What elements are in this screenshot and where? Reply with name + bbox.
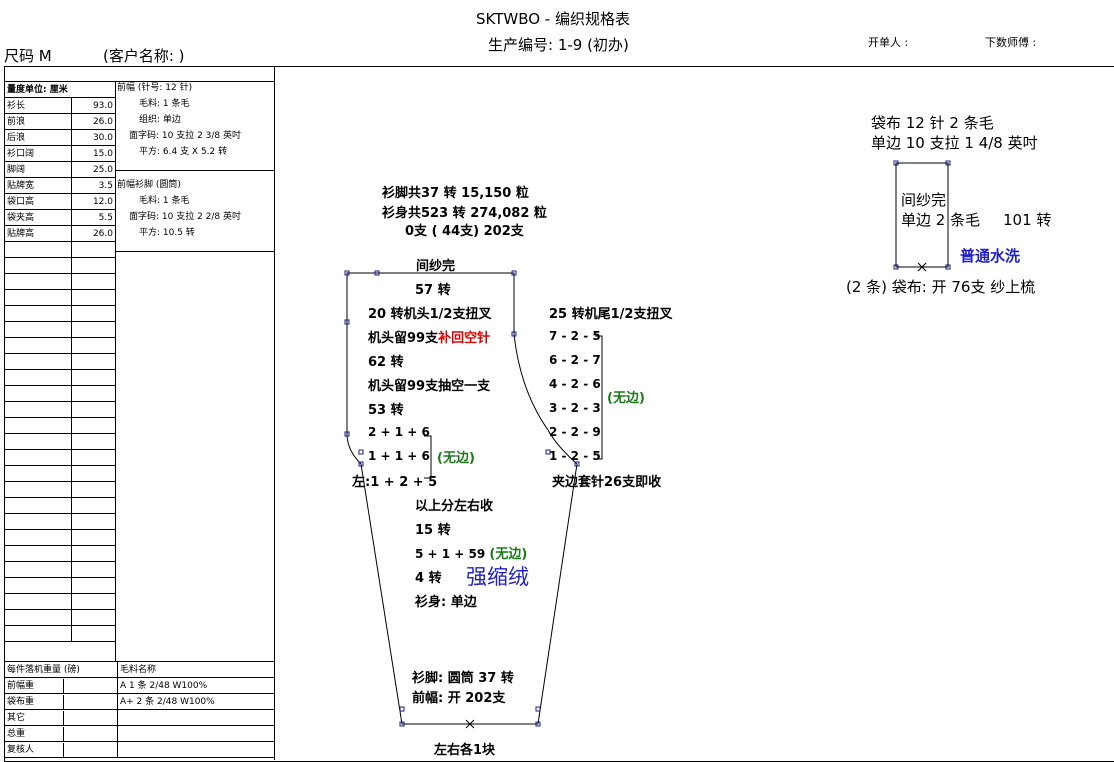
diagram-top-label: 间纱完 [416,259,456,274]
mid-3-text: 5 + 1 + 59 [415,547,486,561]
total-body: 衫身共523 转 274,082 粒 [382,206,547,221]
right-step-4: 3 - 2 - 3 [549,401,601,415]
step-6: 53 转 [368,403,404,418]
step-2: 20 转机头1/2支扭叉 [368,307,492,322]
pocket-turns: 101 转 [1003,211,1052,229]
step-4: 62 转 [368,355,404,370]
right-step-3: 4 - 2 - 6 [549,377,601,391]
mid-3: 5 + 1 + 59 (无边) [415,543,527,562]
mid-1: 以上分左右收 [415,499,494,514]
total-hem: 衫脚共37 转 15,150 粒 [382,186,529,201]
right-bottom-note: 夹边套针26支即收 [552,475,662,490]
wash-label: 普通水洗 [960,247,1021,265]
pocket-caption: (2 条) 袋布: 开 76支 纱上梳 [846,278,1036,296]
step-7: 2 + 1 + 6 [368,425,430,439]
step-5: 机头留99支抽空一支 [368,379,491,394]
step-8: 1 + 1 + 6 [368,449,430,463]
front-spec: 前幅: 开 202支 [412,691,506,706]
right-step-6: 1 - 2 - 5 [549,449,601,463]
step-9: 左:1 + 2 + 5 [352,475,438,490]
pocket-inner-2: 单边 2 条毛 [901,211,981,229]
mid-4: 4 转 [415,571,442,586]
mid-5: 衫身: 单边 [415,595,477,610]
total-needles: 0支 ( 44支) 202支 [405,224,524,239]
pocket-inner-1: 间纱完 [901,191,947,209]
pocket-line-2: 单边 10 支拉 1 4/8 英吋 [871,134,1038,152]
no-edge-left: (无边) [437,451,475,466]
hem-spec: 衫脚: 圆筒 37 转 [412,671,514,686]
diagram-bottom-label: 左右各1块 [434,743,496,758]
pocket-line-1: 袋布 12 针 2 条毛 [871,114,994,132]
step-3-highlight: 补回空针 [438,331,491,346]
right-step-5: 2 - 2 - 9 [549,425,601,439]
mid-2: 15 转 [415,523,451,538]
right-title: 25 转机尾1/2支扭叉 [549,307,673,322]
elastic-label: 强缩绒 [466,565,529,589]
right-step-2: 6 - 2 - 7 [549,353,601,367]
step-3-text: 机头留99支 [368,331,439,346]
mid-3-note: (无边) [489,547,528,562]
no-edge-right: (无边) [607,391,645,406]
step-1: 57 转 [415,283,451,298]
step-3: 机头留99支补回空针 [368,327,490,346]
right-step-1: 7 - 2 - 5 [549,329,601,343]
